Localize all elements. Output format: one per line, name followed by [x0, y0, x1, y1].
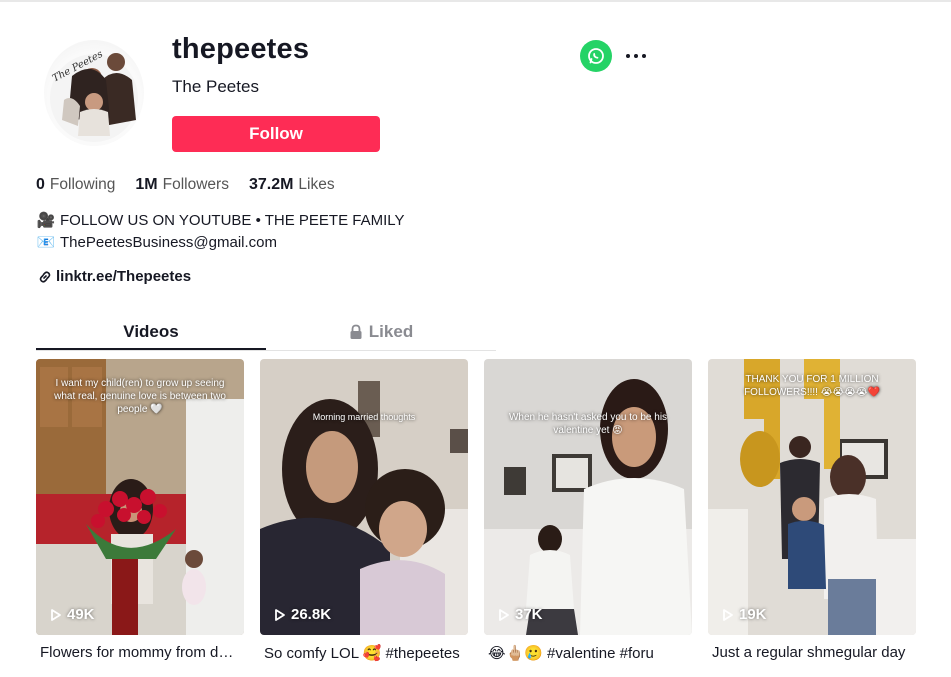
- video-grid: I want my child(ren) to grow up seeing w…: [36, 359, 916, 662]
- video-caption[interactable]: 😂🖕🏼🥲 #valentine #foru: [484, 644, 688, 662]
- nickname: The Peetes: [172, 77, 259, 96]
- view-count: 37K: [498, 606, 543, 623]
- follow-button[interactable]: Follow: [172, 116, 380, 152]
- stat-followers[interactable]: 1M Followers: [135, 176, 229, 194]
- profile-stats: 0 Following 1M Followers 37.2M Likes: [36, 176, 335, 194]
- avatar-image: The Peetes: [50, 49, 138, 142]
- bio-line-youtube: 🎥 FOLLOW US ON YOUTUBE • THE PEETE FAMIL…: [36, 210, 405, 232]
- play-icon: [499, 608, 509, 621]
- video-card[interactable]: I want my child(ren) to grow up seeing w…: [36, 359, 244, 662]
- video-thumbnail[interactable]: Morning married thoughts 26.8K: [260, 359, 468, 635]
- top-divider: [0, 0, 951, 2]
- bio-link[interactable]: linktr.ee/Thepeetes: [38, 268, 191, 285]
- camera-icon: 🎥: [36, 212, 56, 229]
- video-card[interactable]: THANK YOU FOR 1 MILLION FOLLOWERS!!!! 😭😭…: [708, 359, 916, 662]
- video-overlay-text: I want my child(ren) to grow up seeing w…: [54, 378, 226, 415]
- video-thumbnail[interactable]: When he hasn't asked you to be his valen…: [484, 359, 692, 635]
- view-count: 49K: [50, 606, 95, 623]
- more-icon[interactable]: [622, 45, 650, 67]
- email-icon: 📧: [36, 234, 56, 251]
- profile-tabs: Videos Liked: [36, 314, 496, 351]
- video-overlay-text: When he hasn't asked you to be his valen…: [508, 412, 668, 436]
- stat-following[interactable]: 0 Following: [36, 176, 115, 194]
- video-thumbnail[interactable]: I want my child(ren) to grow up seeing w…: [36, 359, 244, 635]
- tab-liked[interactable]: Liked: [266, 314, 496, 350]
- active-tab-indicator: [36, 348, 266, 350]
- video-overlay-text: THANK YOU FOR 1 MILLION FOLLOWERS!!!! 😭😭…: [744, 374, 880, 398]
- play-icon: [723, 608, 733, 621]
- video-overlay-text: Morning married thoughts: [312, 412, 416, 422]
- whatsapp-icon[interactable]: [580, 40, 612, 72]
- lock-icon: [350, 324, 362, 339]
- bio-line-email: 📧 ThePeetesBusiness@gmail.com: [36, 232, 405, 254]
- avatar[interactable]: The Peetes: [44, 40, 144, 146]
- username: thepeetes: [172, 33, 310, 65]
- view-count: 26.8K: [274, 606, 331, 623]
- link-icon: [39, 270, 51, 283]
- video-card[interactable]: Morning married thoughts 26.8K So comfy …: [260, 359, 468, 662]
- video-caption[interactable]: Just a regular shmegular day: [708, 644, 912, 661]
- video-thumbnail[interactable]: THANK YOU FOR 1 MILLION FOLLOWERS!!!! 😭😭…: [708, 359, 916, 635]
- video-caption[interactable]: Flowers for mommy from daddy: [36, 644, 240, 661]
- bio: 🎥 FOLLOW US ON YOUTUBE • THE PEETE FAMIL…: [36, 210, 405, 254]
- stat-likes: 37.2M Likes: [248, 176, 335, 193]
- video-caption[interactable]: So comfy LOL 🥰 #thepeetes: [260, 644, 464, 662]
- view-count: 19K: [722, 606, 767, 623]
- video-card[interactable]: When he hasn't asked you to be his valen…: [484, 359, 692, 662]
- play-icon: [275, 608, 285, 621]
- tab-videos[interactable]: Videos: [36, 314, 266, 350]
- play-icon: [51, 608, 61, 621]
